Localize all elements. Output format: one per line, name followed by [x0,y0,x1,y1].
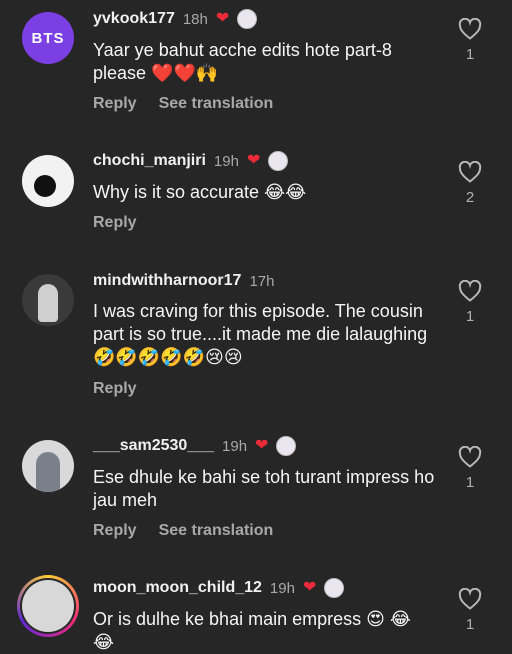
comment-actions: Reply See translation [93,522,273,540]
see-translation-button[interactable]: See translation [159,522,274,540]
heart-outline-icon[interactable] [458,18,482,40]
comment-actions: Reply [93,214,137,232]
like-count: 1 [465,616,475,633]
comment-actions: Reply See translation [93,95,273,113]
creator-avatar [237,9,258,29]
timestamp: 17h [249,272,275,290]
avatar-figure [38,284,58,322]
like-button[interactable]: 1 [456,18,484,63]
like-button[interactable]: 1 [456,446,484,491]
avatar-ring [20,578,76,634]
comment-meta: chochi_manjiri 19h ❤ [93,150,289,172]
comment-text: Why is it so accurate 😂😂 [93,182,307,202]
username[interactable]: moon_moon_child_12 [93,579,262,597]
comment-actions: Reply [93,380,137,398]
creator-avatar [324,578,345,598]
username[interactable]: mindwithharnoor17 [93,272,241,290]
avatar-photo [22,580,74,632]
timestamp: 18h [182,10,208,28]
like-button[interactable]: 1 [456,280,484,325]
reply-button[interactable]: Reply [93,95,137,113]
comment-text: Ese dhule ke bahi se toh turant impress … [93,467,435,510]
heart-outline-icon[interactable] [458,446,482,468]
like-count: 2 [465,189,475,206]
comment-meta: mindwithharnoor17 17h [93,270,274,292]
comment-meta: ___sam2530___ 19h ❤ [93,435,297,457]
avatar-text: BTS [31,29,65,47]
comment-text: Yaar ye bahut acche edits hote part-8 pl… [93,40,392,83]
creator-avatar [276,436,297,456]
avatar-figure [34,175,56,197]
timestamp: 19h [213,152,239,170]
creator-avatar [268,151,289,171]
username[interactable]: yvkook177 [93,10,175,28]
avatar[interactable] [22,274,74,326]
avatar[interactable] [22,155,74,207]
reply-button[interactable]: Reply [93,214,137,232]
avatar[interactable] [22,440,74,492]
red-heart-icon: ❤ [215,10,230,27]
username[interactable]: ___sam2530___ [93,437,214,455]
avatar-figure [36,452,60,492]
comment-meta: yvkook177 18h ❤ [93,8,258,30]
like-button[interactable]: 1 [456,588,484,633]
comment-text: Or is dulhe ke bhai main empress 😍 😂😂 [93,609,411,652]
red-heart-icon: ❤ [302,579,317,596]
reply-button[interactable]: Reply [93,380,137,398]
like-count: 1 [465,474,475,491]
timestamp: 19h [269,579,295,597]
heart-outline-icon[interactable] [458,280,482,302]
red-heart-icon: ❤ [255,437,269,454]
like-count: 1 [465,308,475,325]
heart-outline-icon[interactable] [458,588,482,610]
avatar[interactable] [17,575,79,637]
see-translation-button[interactable]: See translation [159,95,274,113]
heart-outline-icon[interactable] [458,161,482,183]
like-button[interactable]: 2 [456,161,484,206]
like-count: 1 [465,46,475,63]
comment-text: I was craving for this episode. The cous… [93,301,428,367]
timestamp: 19h [222,437,248,455]
comment-meta: moon_moon_child_12 19h ❤ [93,577,345,599]
username[interactable]: chochi_manjiri [93,152,206,170]
avatar[interactable]: BTS [22,12,74,64]
reply-button[interactable]: Reply [93,522,137,540]
red-heart-icon: ❤ [246,152,261,169]
